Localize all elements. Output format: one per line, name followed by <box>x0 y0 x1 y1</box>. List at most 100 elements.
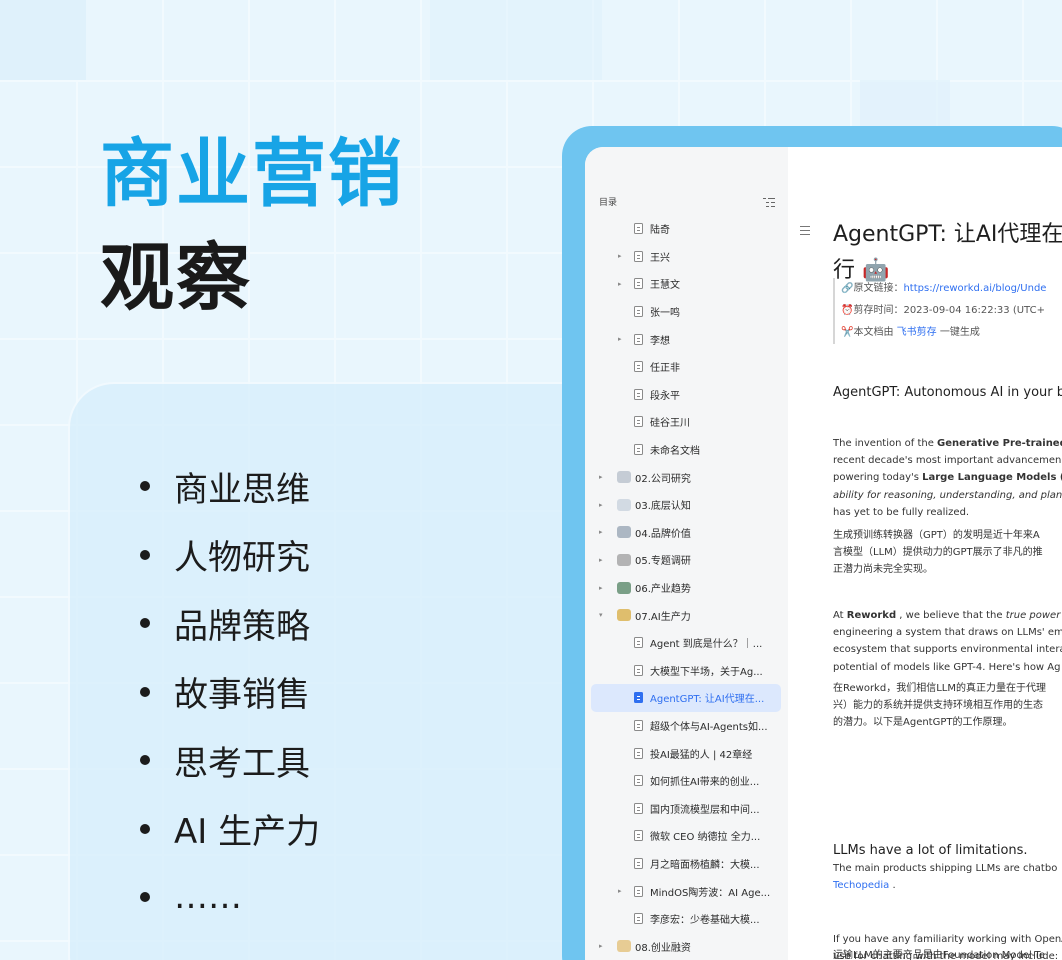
techopedia-link[interactable]: Techopedia <box>833 880 889 891</box>
background-tile <box>860 80 950 126</box>
sidebar-folder[interactable]: ▾ 07.AI生产力 <box>585 601 788 629</box>
sidebar-item-label: 国内顶流模型层和中间... <box>650 804 760 816</box>
document-icon <box>634 775 643 787</box>
paragraph-zh: 运输LLM的主要产品是由Foundation Model-Te <box>833 947 1062 960</box>
document-icon <box>634 747 643 759</box>
bullet-icon <box>140 755 150 766</box>
text-line: ecosystem that supports environmental in… <box>833 644 1062 656</box>
magic-wand-icon <box>617 609 631 622</box>
background-tile <box>0 0 86 80</box>
sidebar-doc[interactable]: 微软 CEO 纳德拉 全力... <box>585 822 788 850</box>
document-icon <box>634 333 643 345</box>
sidebar-doc[interactable]: 国内顶流模型层和中间... <box>585 794 788 822</box>
chevron-down-icon[interactable]: ▾ <box>599 611 603 619</box>
bullet-icon <box>140 549 150 560</box>
sidebar-doc[interactable]: 段永平 <box>585 381 788 409</box>
menu-icon[interactable] <box>800 226 810 238</box>
document-icon <box>634 223 643 235</box>
document-pane: AgentGPT: 让AI代理在 行 🤖 🔗原文链接：https://rewor… <box>788 147 1062 960</box>
chevron-right-icon[interactable]: ▸ <box>599 556 603 564</box>
sidebar-doc[interactable]: Agent 到底是什么？｜... <box>585 629 788 657</box>
sidebar-folder[interactable]: ▸ 06.产业趋势 <box>585 574 788 602</box>
sidebar-header: 目录 <box>599 195 775 208</box>
sidebar-item-label: 李彦宏：少卷基础大模... <box>650 915 760 927</box>
sidebar-doc[interactable]: ▸ 王慧文 <box>585 270 788 298</box>
sidebar-doc[interactable]: 李彦宏：少卷基础大模... <box>585 905 788 933</box>
chevron-right-icon[interactable]: ▸ <box>618 887 622 895</box>
sidebar-doc[interactable]: 大模型下半场，关于Ag... <box>585 657 788 685</box>
feature-item: …… <box>140 863 320 932</box>
bold-text: Large Language Models ( <box>922 472 1062 484</box>
sidebar-item-label: 张一鸣 <box>650 308 680 320</box>
source-link[interactable]: https://reworkd.ai/blog/Unde <box>903 283 1046 294</box>
chevron-right-icon[interactable]: ▸ <box>599 584 603 592</box>
document-title-line1: AgentGPT: 让AI代理在 <box>833 222 1062 247</box>
italic-text: ability for reasoning, understanding, an… <box>833 489 1062 501</box>
paragraph-en: The main products shipping LLMs are chat… <box>833 860 1062 894</box>
sidebar-doc[interactable]: 张一鸣 <box>585 298 788 326</box>
document-icon <box>634 637 643 649</box>
butterfly-icon <box>617 526 631 539</box>
sidebar-doc[interactable]: 硅谷王川 <box>585 408 788 436</box>
sidebar-item-label: AgentGPT: 让AI代理在... <box>650 694 765 706</box>
chevron-right-icon[interactable]: ▸ <box>618 335 622 343</box>
sidebar-item-label: 如何抓住AI带来的创业... <box>650 777 760 789</box>
feature-item: 思考工具 <box>140 726 320 795</box>
sidebar-item-label: 06.产业趋势 <box>635 584 691 596</box>
sidebar-folder[interactable]: ▸ 08.创业融资 <box>585 932 788 960</box>
folder-icon <box>617 471 631 484</box>
text-run: At <box>833 610 847 621</box>
chevron-right-icon[interactable]: ▸ <box>599 473 603 481</box>
headline: 商业营销 观察 <box>100 122 404 330</box>
chevron-right-icon[interactable]: ▸ <box>599 942 603 950</box>
sidebar-item-label: 07.AI生产力 <box>635 611 691 623</box>
sidebar: 目录 陆奇 ▸ 王兴 ▸ 王慧文张一鸣 ▸ 李想 任正非 段永平 硅谷王川未命名文档 ▸ 02.公司研… <box>585 147 788 960</box>
chevron-right-icon[interactable]: ▸ <box>599 501 603 509</box>
sidebar-doc[interactable]: 月之暗面杨植麟：大模... <box>585 850 788 878</box>
text-run: powering today's <box>833 472 923 484</box>
text-line: 生成预训练转换器（GPT）的发明是近十年来A <box>833 530 1040 541</box>
chevron-right-icon[interactable]: ▸ <box>618 252 622 260</box>
text-line: engineering a system that draws on LLMs'… <box>833 627 1062 639</box>
sidebar-doc[interactable]: 陆奇 <box>585 215 788 243</box>
sidebar-doc[interactable]: 未命名文档 <box>585 436 788 464</box>
sidebar-folder[interactable]: ▸ 02.公司研究 <box>585 463 788 491</box>
toc-list-icon[interactable] <box>763 197 775 207</box>
clip-time-label: ⏰剪存时间： <box>841 305 904 316</box>
text-line: potential of models like GPT-4. Here's h… <box>833 661 1061 673</box>
feature-label: 思考工具 <box>174 743 310 784</box>
sidebar-item-label: 月之暗面杨植麟：大模... <box>650 859 760 871</box>
text-run: . <box>889 880 896 892</box>
sidebar-item-label: 大模型下半场，关于Ag... <box>650 666 763 678</box>
feature-item: AI 生产力 <box>140 795 320 864</box>
sidebar-folder[interactable]: ▸ 04.品牌价值 <box>585 519 788 547</box>
sidebar-item-label: 未命名文档 <box>650 446 700 458</box>
text-line: 正潜力尚未完全实现。 <box>833 564 933 576</box>
sidebar-doc[interactable]: 超级个体与AI-Agents如... <box>585 712 788 740</box>
sidebar-item-label: 04.品牌价值 <box>635 528 691 540</box>
document-icon <box>634 250 643 262</box>
sidebar-folder[interactable]: ▸ 05.专题调研 <box>585 546 788 574</box>
headline-line1: 商业营销 <box>100 131 404 217</box>
chevron-right-icon[interactable]: ▸ <box>599 528 603 536</box>
text-run: , we believe that the <box>896 610 1006 621</box>
clip-metadata: 🔗原文链接：https://reworkd.ai/blog/Unde ⏰剪存时间… <box>833 278 1062 344</box>
feature-label: 人物研究 <box>174 538 310 579</box>
sidebar-doc[interactable]: AgentGPT: 让AI代理在... <box>591 684 781 712</box>
sidebar-doc[interactable]: ▸ 李想 <box>585 325 788 353</box>
sidebar-folder[interactable]: ▸ 03.底层认知 <box>585 491 788 519</box>
generator-link[interactable]: 飞书剪存 <box>897 327 937 338</box>
source-link-row: 🔗原文链接：https://reworkd.ai/blog/Unde <box>841 278 1062 300</box>
text-run: The invention of the <box>833 438 938 449</box>
sidebar-doc[interactable]: 任正非 <box>585 353 788 381</box>
document-icon <box>634 913 643 925</box>
sidebar-doc[interactable]: ▸ MindOS陶芳波：AI Age... <box>585 877 788 905</box>
feature-label: AI 生产力 <box>174 812 321 853</box>
sidebar-doc[interactable]: ▸ 王兴 <box>585 243 788 271</box>
chevron-right-icon[interactable]: ▸ <box>618 280 622 288</box>
sidebar-doc[interactable]: 投AI最猛的人 | 42章经 <box>585 739 788 767</box>
app-window: 目录 陆奇 ▸ 王兴 ▸ 王慧文张一鸣 ▸ 李想 任正非 段永平 硅谷王川未命名文档 ▸ 02.公司研… <box>585 147 1062 960</box>
bullet-icon <box>140 823 150 834</box>
sidebar-doc[interactable]: 如何抓住AI带来的创业... <box>585 767 788 795</box>
document-icon <box>634 802 643 814</box>
